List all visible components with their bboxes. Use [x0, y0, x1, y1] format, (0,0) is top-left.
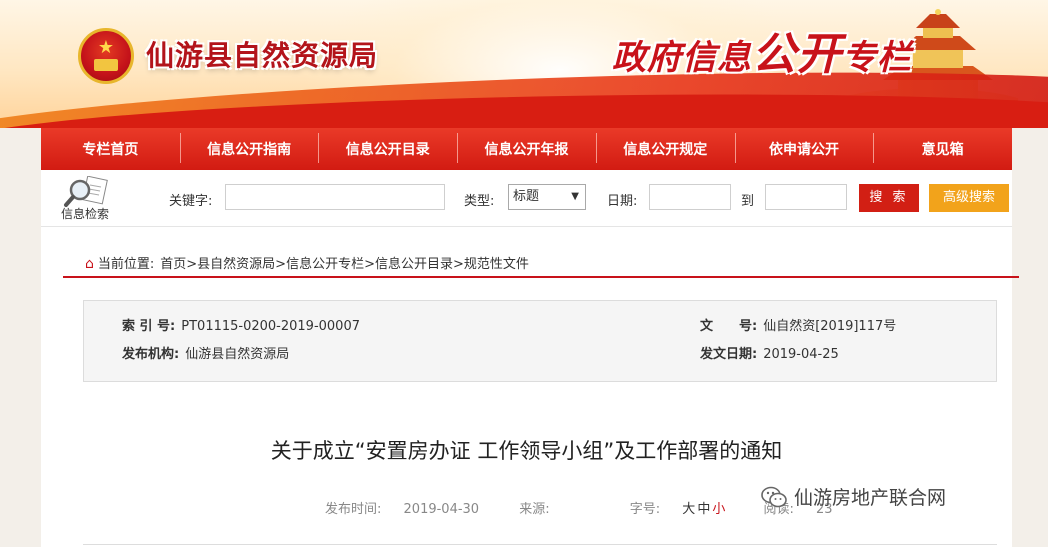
font-size-large-button[interactable]: 大: [682, 502, 695, 517]
source: 来源:: [519, 502, 585, 517]
meta-doc-no-label: 文 号:: [700, 319, 758, 334]
meta-publisher: 发布机构: 仙游县自然资源局: [122, 343, 289, 362]
nav-item-application[interactable]: 依申请公开: [734, 133, 874, 163]
nav-item-annual-report[interactable]: 信息公开年报: [457, 133, 596, 163]
meta-issue-date: 发文日期: 2019-04-25: [700, 343, 839, 362]
breadcrumb-path[interactable]: 首页>县自然资源局>信息公开专栏>信息公开目录>规范性文件: [160, 257, 529, 272]
meta-index-label: 索 引 号:: [122, 319, 176, 334]
nav-item-feedback[interactable]: 意见箱: [873, 133, 1012, 163]
date-from-input[interactable]: [649, 184, 731, 210]
font-size-medium-button[interactable]: 中: [697, 502, 710, 517]
publish-time-value: 2019-04-30: [403, 502, 480, 517]
meta-publisher-label: 发布机构:: [122, 347, 180, 362]
date-to-label: 到: [741, 194, 755, 209]
search-icon-label: 信息检索: [61, 207, 110, 221]
nav-item-home[interactable]: 专栏首页: [41, 139, 180, 159]
zone-title-part2: 公开: [752, 29, 842, 80]
keyword-label: 关键字:: [169, 194, 213, 209]
font-size-label: 字号:: [629, 502, 661, 517]
source-label: 来源:: [519, 502, 550, 517]
national-emblem-icon: ★: [78, 28, 134, 84]
date-label: 日期:: [607, 194, 638, 209]
nav-item-catalog[interactable]: 信息公开目录: [318, 133, 457, 163]
article-title: 关于成立“安置房办证 工作领导小组”及工作部署的通知: [270, 439, 783, 463]
font-size-control: 字号: 大中小: [630, 502, 728, 517]
nav-item-guide[interactable]: 信息公开指南: [179, 133, 319, 163]
meta-doc-no-value: 仙自然资[2019]117号: [763, 319, 897, 334]
meta-doc-no: 文 号: 仙自然资[2019]117号: [700, 315, 896, 334]
search-button[interactable]: 搜 索: [859, 184, 919, 212]
nav-item-regulations[interactable]: 信息公开规定: [595, 133, 735, 163]
meta-index: 索 引 号: PT01115-0200-2019-00007: [122, 315, 360, 334]
publish-time-label: 发布时间:: [325, 502, 382, 517]
zone-title-part1: 政府信息: [612, 38, 752, 78]
content-divider: [83, 544, 997, 545]
org-title[interactable]: 仙游县自然资源局: [146, 34, 378, 74]
watermark-text: 仙游房地产联合网: [794, 487, 947, 509]
type-label: 类型:: [464, 194, 495, 209]
meta-issue-date-label: 发文日期:: [700, 347, 758, 362]
search-bar: 信息检索 关键字: 类型: 标题 ▼ 日期: 到 搜 索 高级搜索: [41, 170, 1012, 227]
meta-publisher-value: 仙游县自然资源局: [185, 347, 290, 362]
breadcrumb-prefix: 当前位置:: [97, 257, 155, 272]
breadcrumb-divider: [63, 276, 1019, 278]
meta-issue-date-value: 2019-04-25: [763, 347, 839, 362]
type-select[interactable]: 标题 ▼: [508, 184, 586, 210]
breadcrumb: ⌂ 当前位置: 首页>县自然资源局>信息公开专栏>信息公开目录>规范性文件: [85, 253, 529, 272]
type-select-value: 标题: [513, 189, 540, 204]
meta-index-value: PT01115-0200-2019-00007: [181, 319, 360, 334]
zone-title-part3: 专栏: [842, 38, 912, 78]
header-banner: ★ 仙游县自然资源局 政府信息公开专栏: [0, 0, 1048, 128]
main-nav: 专栏首页 信息公开指南 信息公开目录 信息公开年报 信息公开规定 依申请公开 意…: [41, 128, 1012, 170]
keyword-input[interactable]: [225, 184, 445, 210]
wechat-watermark: 仙游房地产联合网: [760, 483, 946, 510]
wechat-icon: [761, 486, 787, 507]
date-to-input[interactable]: [765, 184, 847, 210]
font-size-small-button[interactable]: 小: [712, 502, 725, 517]
document-meta-box: 索 引 号: PT01115-0200-2019-00007 文 号: 仙自然资[2…: [83, 300, 997, 382]
advanced-search-button[interactable]: 高级搜索: [929, 184, 1009, 212]
chevron-down-icon: ▼: [571, 191, 579, 202]
publish-time: 发布时间: 2019-04-30: [325, 502, 497, 517]
zone-title: 政府信息公开专栏: [612, 18, 912, 82]
home-icon: ⌂: [85, 256, 94, 272]
